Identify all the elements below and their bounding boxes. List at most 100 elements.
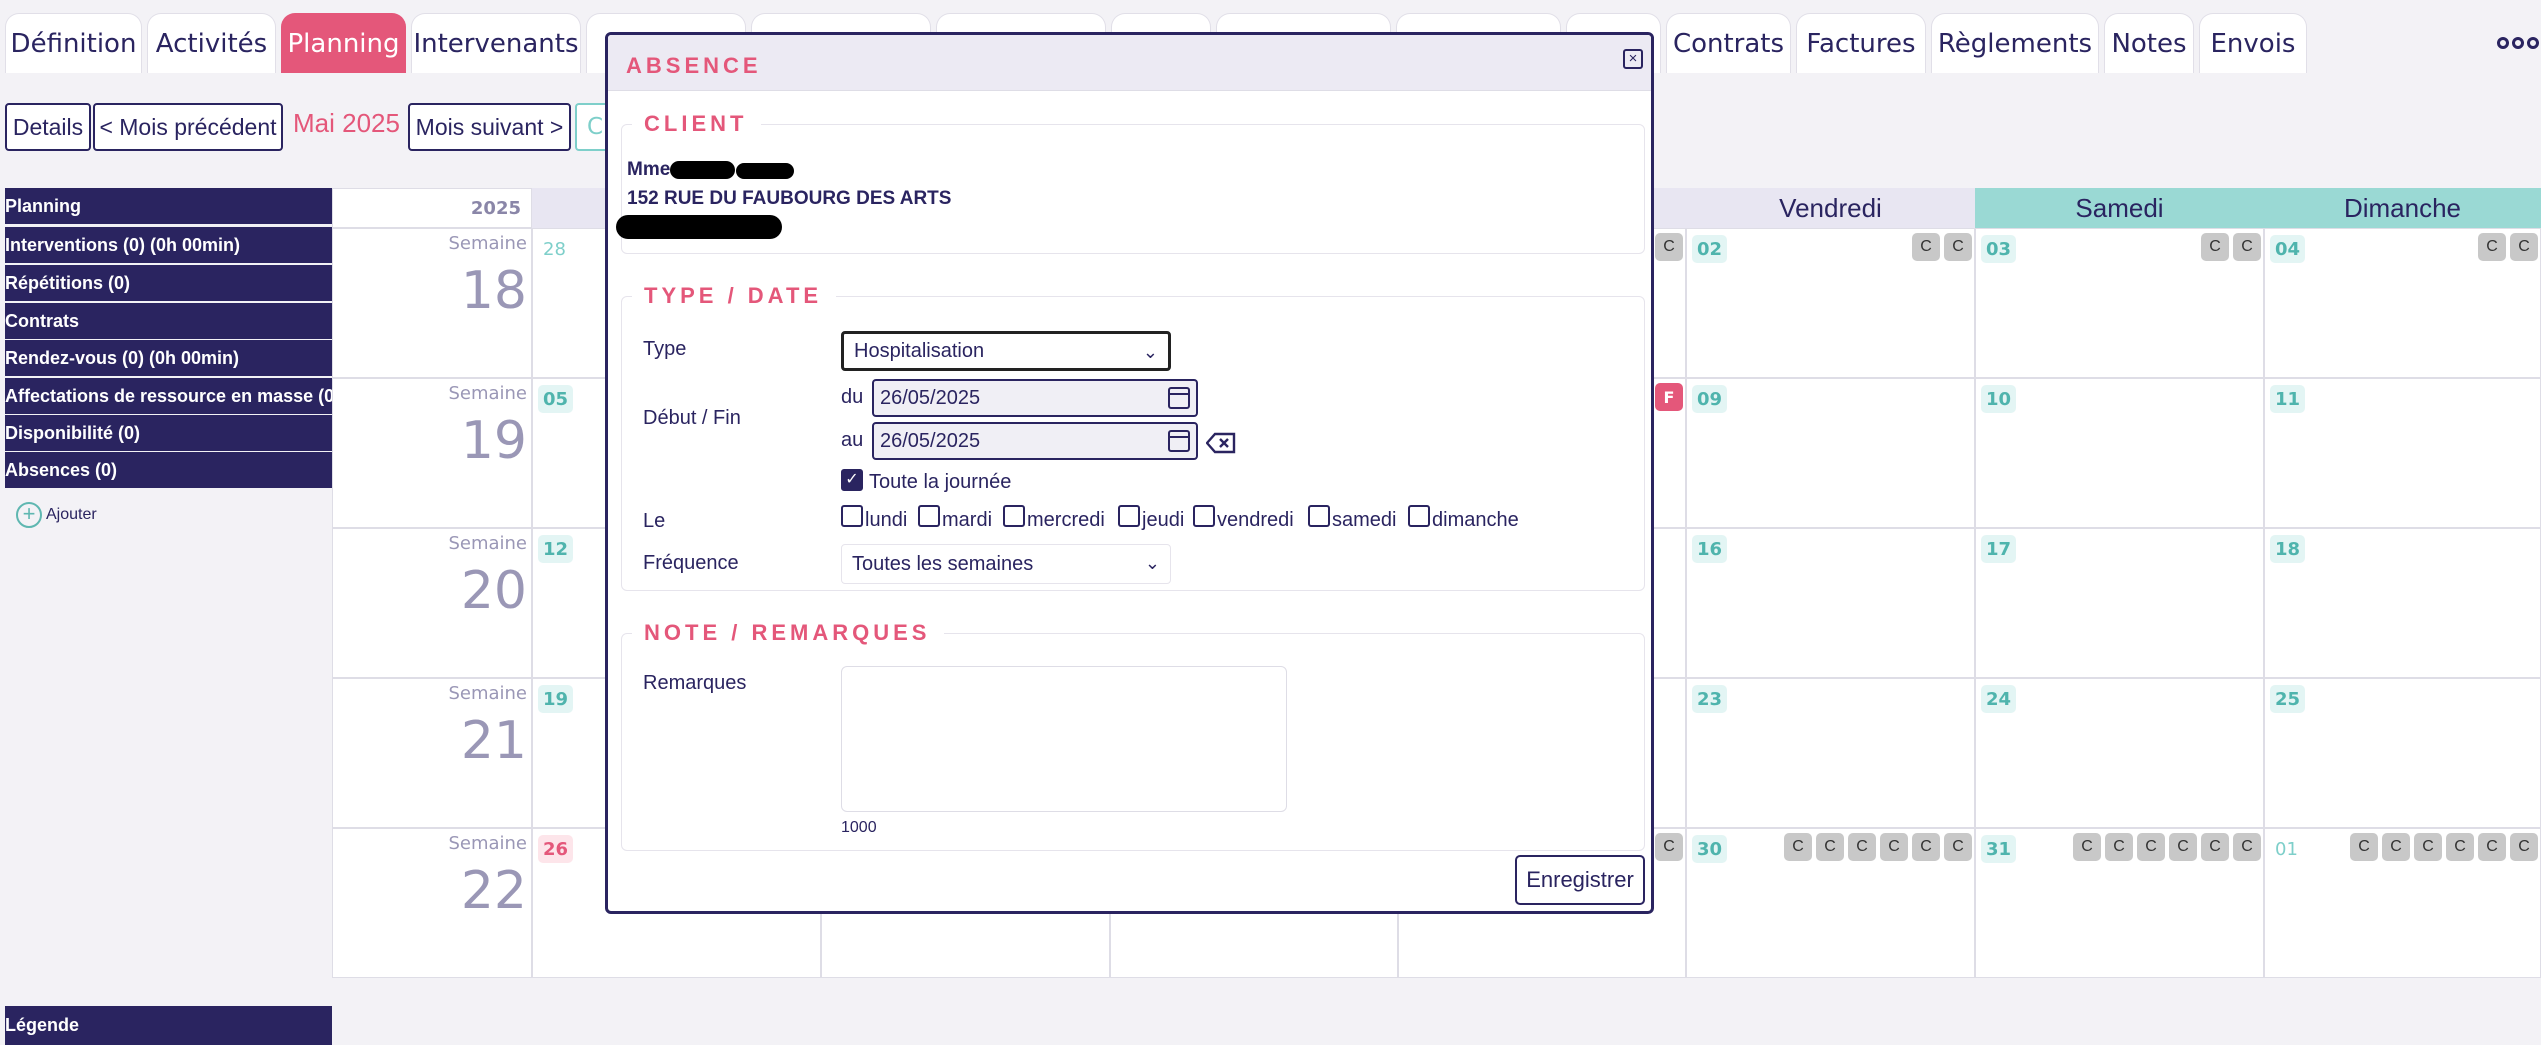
sidebar-item-planning[interactable]: Planning — [5, 188, 332, 224]
save-button[interactable]: Enregistrer — [1515, 855, 1645, 905]
contract-badge[interactable]: C — [2510, 833, 2538, 861]
contract-badge[interactable]: C — [2201, 833, 2229, 861]
tab-planning[interactable]: Planning — [281, 13, 406, 73]
tab-intervenants[interactable]: Intervenants — [411, 13, 581, 73]
contract-badge[interactable]: C — [1816, 833, 1844, 861]
sidebar-item-absences[interactable]: Absences (0) — [5, 452, 332, 488]
clear-date-icon[interactable] — [1206, 432, 1236, 454]
checkbox-jeudi[interactable] — [1118, 505, 1140, 527]
tab-activites[interactable]: Activités — [147, 13, 276, 73]
contract-badge[interactable]: C — [2073, 833, 2101, 861]
next-month-button[interactable]: Mois suivant > — [408, 103, 571, 151]
contract-badge[interactable]: C — [2478, 233, 2506, 261]
calendar-icon[interactable] — [1168, 430, 1190, 452]
day-number[interactable]: 31 — [1981, 835, 2017, 863]
sidebar-item-affectations[interactable]: Affectations de ressource en masse (0) — [5, 378, 340, 414]
day-cell[interactable]: 18 — [2264, 528, 2541, 678]
legend-header[interactable]: Légende — [5, 1006, 332, 1045]
day-number[interactable]: 01 — [2270, 835, 2303, 863]
contract-badge[interactable]: C — [2414, 833, 2442, 861]
checkbox-vendredi[interactable] — [1193, 505, 1215, 527]
day-number[interactable]: 10 — [1981, 385, 2017, 413]
day-cell[interactable]: 04 C C — [2264, 228, 2541, 378]
contract-badge[interactable]: C — [2510, 233, 2538, 261]
day-cell[interactable]: 24 — [1975, 678, 2264, 828]
day-cell[interactable]: 01 C C C C C C — [2264, 828, 2541, 978]
tab-contrats[interactable]: Contrats — [1666, 13, 1791, 73]
contract-badge[interactable]: C — [1944, 833, 1972, 861]
day-number[interactable]: 30 — [1692, 835, 1728, 863]
day-cell[interactable]: 17 — [1975, 528, 2264, 678]
contract-badge[interactable]: C — [2446, 833, 2474, 861]
type-select[interactable]: Hospitalisation ⌄ — [841, 331, 1171, 371]
contract-badge[interactable]: C — [1655, 233, 1683, 261]
contract-badge[interactable]: C — [2382, 833, 2410, 861]
end-date-input[interactable]: 26/05/2025 — [872, 422, 1198, 460]
more-tabs-icon[interactable] — [2497, 27, 2541, 59]
contract-badge[interactable]: C — [1880, 833, 1908, 861]
day-number[interactable]: 25 — [2270, 685, 2306, 713]
contract-badge[interactable]: C — [1848, 833, 1876, 861]
contract-badge[interactable]: C — [2137, 833, 2165, 861]
contract-badge[interactable]: C — [2105, 833, 2133, 861]
add-absence-button[interactable]: + Ajouter — [16, 502, 97, 528]
contract-badge[interactable]: C — [2169, 833, 2197, 861]
day-number[interactable]: 24 — [1981, 685, 2017, 713]
calendar-icon[interactable] — [1168, 387, 1190, 409]
contract-badge[interactable]: C — [2478, 833, 2506, 861]
contract-badge[interactable]: C — [1912, 833, 1940, 861]
contract-badge[interactable]: C — [2201, 233, 2229, 261]
tab-reglements[interactable]: Règlements — [1931, 13, 2099, 73]
holiday-badge[interactable]: F — [1655, 383, 1683, 411]
day-cell[interactable]: 23 — [1686, 678, 1975, 828]
contract-badge[interactable]: C — [1912, 233, 1940, 261]
tab-envois[interactable]: Envois — [2199, 13, 2307, 73]
day-number[interactable]: 16 — [1692, 535, 1728, 563]
day-number[interactable]: 11 — [2270, 385, 2306, 413]
close-icon[interactable]: × — [1623, 49, 1643, 69]
day-number[interactable]: 02 — [1692, 235, 1728, 263]
day-number[interactable]: 23 — [1692, 685, 1728, 713]
day-number[interactable]: 12 — [538, 535, 574, 563]
tab-definition[interactable]: Définition — [5, 13, 142, 73]
day-cell[interactable]: 09 — [1686, 378, 1975, 528]
sidebar-item-repetitions[interactable]: Répétitions (0) — [5, 265, 332, 301]
details-button[interactable]: Details — [5, 103, 91, 151]
current-month-button[interactable]: C — [575, 103, 607, 151]
day-number[interactable]: 04 — [2270, 235, 2306, 263]
day-cell[interactable]: 25 — [2264, 678, 2541, 828]
sidebar-item-contrats[interactable]: Contrats — [5, 303, 332, 339]
checkbox-samedi[interactable] — [1308, 505, 1330, 527]
day-cell[interactable]: 02 C C — [1686, 228, 1975, 378]
sidebar-item-rendez-vous[interactable]: Rendez-vous (0) (0h 00min) — [5, 340, 332, 376]
day-number[interactable]: 26 — [538, 835, 574, 863]
day-number[interactable]: 09 — [1692, 385, 1728, 413]
day-cell[interactable]: 11 — [2264, 378, 2541, 528]
day-cell[interactable]: 03 C C — [1975, 228, 2264, 378]
checkbox-dimanche[interactable] — [1408, 505, 1430, 527]
tab-notes[interactable]: Notes — [2104, 13, 2194, 73]
frequency-select[interactable]: Toutes les semaines ⌄ — [841, 544, 1171, 584]
day-cell[interactable]: 16 — [1686, 528, 1975, 678]
sidebar-item-interventions[interactable]: Interventions (0) (0h 00min) — [5, 227, 332, 263]
start-date-input[interactable]: 26/05/2025 — [872, 379, 1198, 417]
sidebar-item-disponibilite[interactable]: Disponibilité (0) — [5, 415, 332, 451]
checkbox-mercredi[interactable] — [1003, 505, 1025, 527]
day-number[interactable]: 17 — [1981, 535, 2017, 563]
checkbox-lundi[interactable] — [841, 505, 863, 527]
checkbox-mardi[interactable] — [918, 505, 940, 527]
contract-badge[interactable]: C — [1944, 233, 1972, 261]
tab-factures[interactable]: Factures — [1796, 13, 1926, 73]
day-cell[interactable]: 30 C C C C C C — [1686, 828, 1975, 978]
previous-month-button[interactable]: < Mois précédent — [93, 103, 283, 151]
day-number[interactable]: 28 — [538, 235, 571, 263]
contract-badge[interactable]: C — [1784, 833, 1812, 861]
day-cell[interactable]: 10 — [1975, 378, 2264, 528]
day-number[interactable]: 03 — [1981, 235, 2017, 263]
all-day-checkbox[interactable]: ✓ — [841, 469, 863, 491]
contract-badge[interactable]: C — [2233, 233, 2261, 261]
contract-badge[interactable]: C — [2350, 833, 2378, 861]
day-cell[interactable]: 31 C C C C C C — [1975, 828, 2264, 978]
remarks-textarea[interactable] — [841, 666, 1287, 812]
contract-badge[interactable]: C — [2233, 833, 2261, 861]
